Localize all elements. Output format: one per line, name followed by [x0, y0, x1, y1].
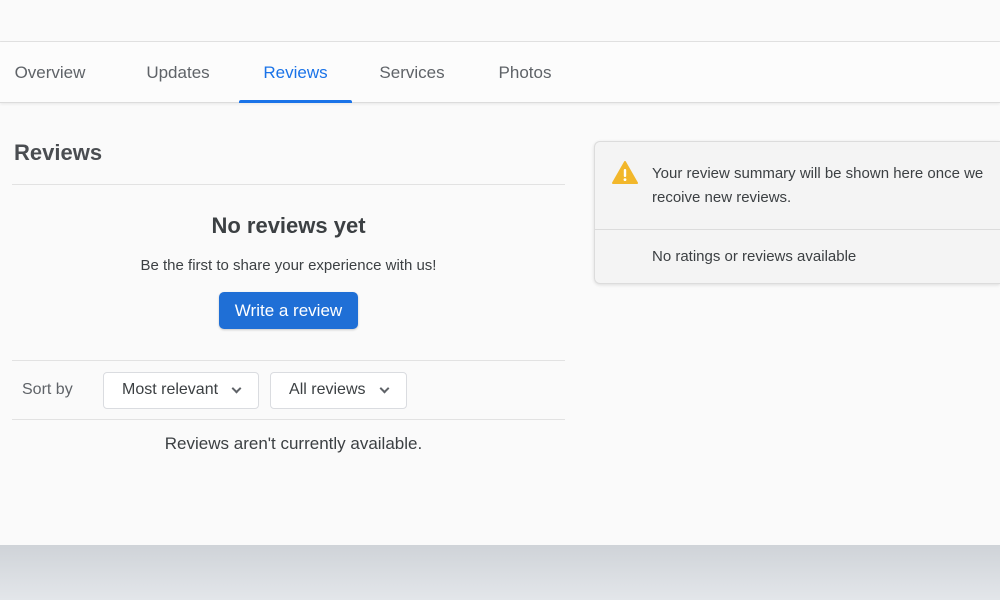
background-shade: [0, 545, 1000, 600]
unavailable-message: Reviews aren't currently available.: [164, 434, 423, 453]
tab-photos[interactable]: Photos: [475, 42, 575, 103]
empty-heading: No reviews yet: [211, 213, 366, 238]
no-ratings-text: No ratings or reviews available: [652, 248, 857, 265]
tab-overview[interactable]: Overview: [0, 42, 100, 103]
chevron-down-icon: [380, 386, 388, 394]
filter-dropdown-value: All reviews: [289, 381, 366, 398]
warning-icon: [611, 160, 639, 186]
write-review-button[interactable]: Write a review: [218, 292, 359, 329]
empty-state: No reviews yet Be the first to share you…: [12, 185, 565, 360]
section-title: Reviews: [14, 140, 103, 165]
chevron-down-icon: [232, 386, 240, 394]
empty-subtext: Be the first to share your experience wi…: [140, 257, 437, 274]
reviews-section: Reviews No reviews yet Be the first to s…: [12, 140, 565, 454]
sort-dropdown[interactable]: Most relevant: [103, 371, 260, 409]
tab-services[interactable]: Services: [362, 42, 462, 103]
sort-dropdown-value: Most relevant: [122, 381, 219, 398]
tab-reviews[interactable]: Reviews: [239, 42, 352, 103]
sort-label: Sort by: [22, 381, 73, 398]
summary-message: Your review summary will be shown here o…: [652, 165, 984, 206]
page: Overview Updates Reviews Services Photos…: [0, 0, 1000, 545]
review-summary-card: Your review summary will be shown here o…: [594, 141, 1000, 284]
sort-row: Sort by Most relevant All reviews: [12, 361, 565, 419]
tab-updates[interactable]: Updates: [128, 42, 228, 103]
top-bar: [0, 0, 1000, 42]
tab-bar: Overview Updates Reviews Services Photos: [0, 42, 1000, 103]
filter-dropdown[interactable]: All reviews: [270, 371, 407, 409]
summary-notice: Your review summary will be shown here o…: [595, 142, 1000, 230]
